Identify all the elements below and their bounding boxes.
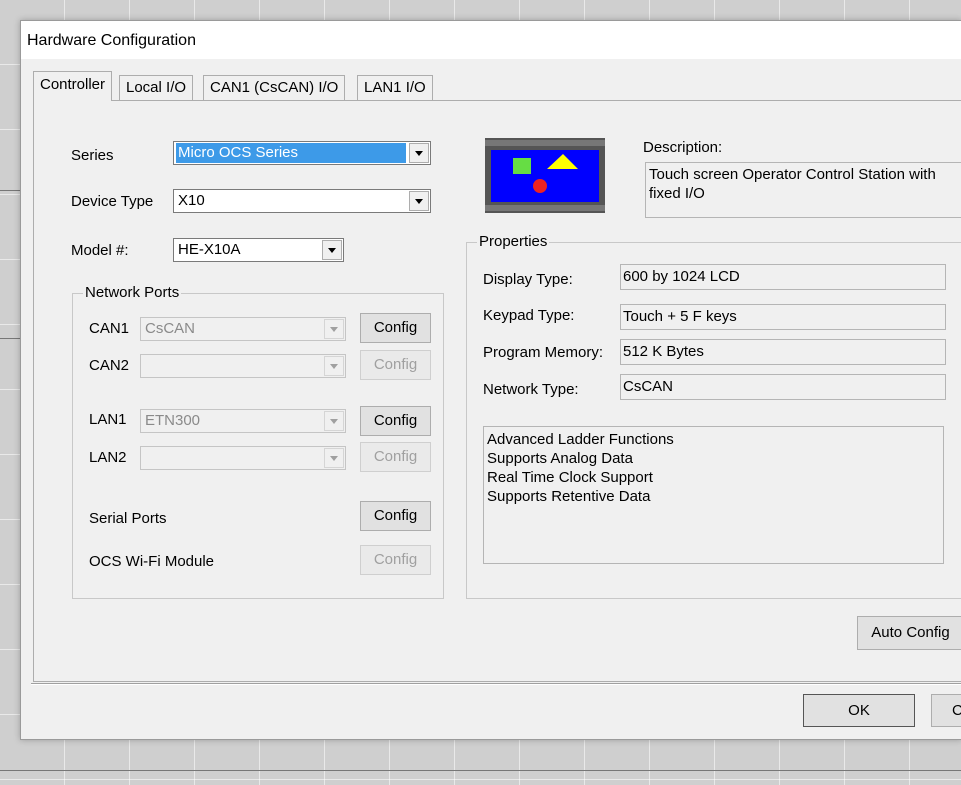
device-type-select[interactable]: X10 (173, 189, 431, 213)
dialog-separator (31, 683, 961, 685)
lan2-config-button[interactable]: Config (360, 442, 431, 472)
chevron-down-icon (324, 356, 344, 376)
network-ports-title: Network Ports (83, 284, 182, 301)
description-text: Touch screen Operator Control Station wi… (645, 162, 961, 218)
wifi-config-button[interactable]: Config (360, 545, 431, 575)
list-item: Advanced Ladder Functions (487, 431, 674, 448)
list-item: Supports Retentive Data (487, 488, 651, 505)
list-item: Real Time Clock Support (487, 469, 653, 486)
keypad-type-value: Touch + 5 F keys (620, 304, 946, 330)
chevron-down-icon (324, 319, 344, 339)
lan1-label: LAN1 (89, 411, 127, 428)
can1-config-button[interactable]: Config (360, 313, 431, 343)
device-type-label: Device Type (71, 193, 154, 210)
background-line (0, 338, 20, 339)
network-type-label: Network Type: (483, 381, 579, 398)
model-label: Model #: (71, 242, 129, 259)
lan1-value: ETN300 (145, 412, 201, 429)
lan1-config-button[interactable]: Config (360, 406, 431, 436)
chevron-down-icon[interactable] (322, 240, 342, 260)
serial-ports-label: Serial Ports (89, 510, 167, 527)
model-value: HE-X10A (178, 241, 241, 258)
dialog-title: Hardware Configuration (27, 32, 196, 49)
tab-controller[interactable]: Controller (33, 71, 113, 101)
ocs-device-icon (485, 138, 605, 213)
tab-local-io[interactable]: Local I/O (119, 75, 194, 100)
tab-lan1-io[interactable]: LAN1 I/O (357, 75, 433, 100)
can2-label: CAN2 (89, 357, 130, 374)
can1-select[interactable]: CsCAN (140, 317, 346, 341)
network-type-value: CsCAN (620, 374, 946, 400)
series-value: Micro OCS Series (176, 143, 406, 163)
auto-config-button[interactable]: Auto Config (857, 616, 961, 650)
properties-title: Properties (477, 233, 550, 250)
background-line (0, 190, 20, 191)
can2-config-button[interactable]: Config (360, 350, 431, 380)
list-item: Supports Analog Data (487, 450, 633, 467)
description-label: Description: (643, 139, 723, 156)
wifi-module-label: OCS Wi-Fi Module (89, 553, 215, 570)
lan1-select[interactable]: ETN300 (140, 409, 346, 433)
can1-label: CAN1 (89, 320, 130, 337)
program-memory-value: 512 K Bytes (620, 339, 946, 365)
cancel-button[interactable]: C (931, 694, 961, 727)
chevron-down-icon (324, 411, 344, 431)
series-label: Series (71, 147, 114, 164)
features-list: Advanced Ladder Functions Supports Analo… (483, 426, 944, 564)
background-line (0, 770, 961, 771)
can2-select[interactable] (140, 354, 346, 378)
chevron-down-icon (324, 448, 344, 468)
series-select[interactable]: Micro OCS Series (173, 141, 431, 165)
hardware-configuration-dialog: Hardware Configuration Controller Local … (20, 20, 961, 740)
can1-value: CsCAN (145, 320, 196, 337)
model-select[interactable]: HE-X10A (173, 238, 344, 262)
display-type-value: 600 by 1024 LCD (620, 264, 946, 290)
tab-can1-io[interactable]: CAN1 (CsCAN) I/O (203, 75, 346, 100)
program-memory-label: Program Memory: (483, 344, 604, 361)
controller-tab-panel: Series Micro OCS Series Device Type X10 … (33, 100, 961, 682)
chevron-down-icon[interactable] (409, 191, 429, 211)
serial-config-button[interactable]: Config (360, 501, 431, 531)
lan2-label: LAN2 (89, 449, 127, 466)
ok-button[interactable]: OK (803, 694, 915, 727)
lan2-select[interactable] (140, 446, 346, 470)
keypad-type-label: Keypad Type: (483, 307, 575, 324)
display-type-label: Display Type: (483, 271, 573, 288)
device-type-value: X10 (178, 192, 205, 209)
chevron-down-icon[interactable] (409, 143, 429, 163)
title-bar[interactable]: Hardware Configuration (21, 21, 961, 59)
